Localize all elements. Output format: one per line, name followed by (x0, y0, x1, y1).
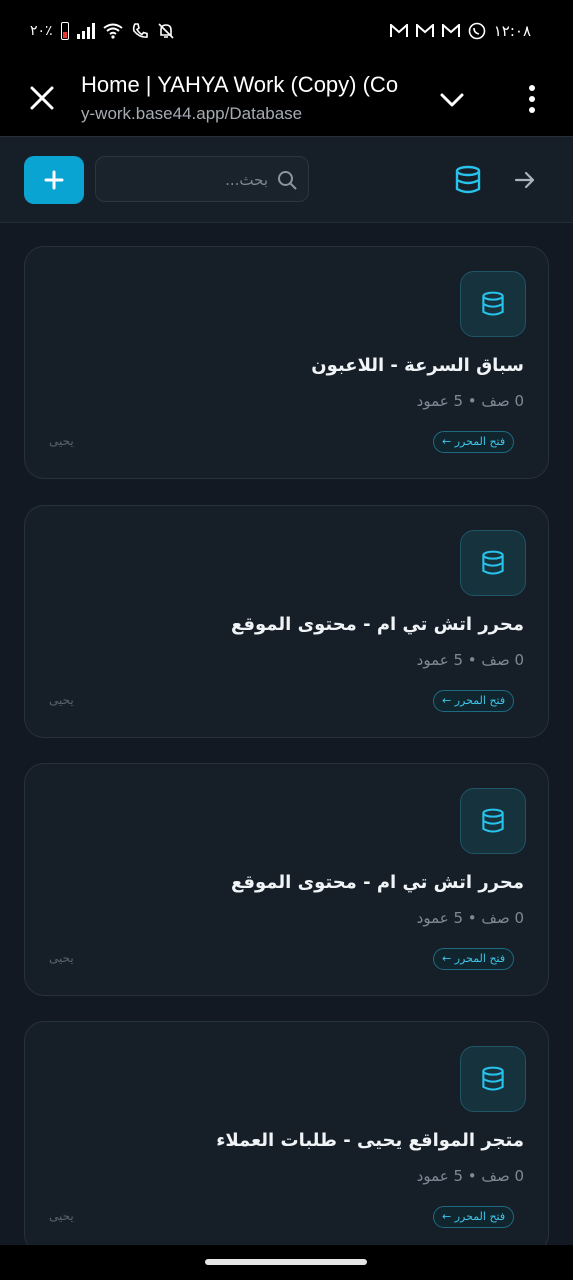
card-owner: يحيى (49, 1209, 74, 1223)
card-meta: 0 صف • 5 عمود (416, 392, 524, 410)
page-title: Home | YAHYA Work (Copy) (Co (81, 72, 399, 97)
database-tile (460, 1046, 526, 1112)
status-bar: ٢٠٪ ١٢:٠٨ (0, 0, 573, 64)
database-icon (455, 165, 481, 194)
card-owner: يحيى (49, 434, 74, 448)
card-title: محرر اتش تي ام - محتوى الموقع (230, 614, 524, 635)
search-input[interactable] (106, 157, 270, 203)
open-editor-button[interactable]: فتح المحرر ← (433, 948, 515, 970)
open-editor-button[interactable]: فتح المحرر ← (433, 690, 515, 712)
database-card[interactable]: محرر اتش تي ام - محتوى الموقع 0 صف • 5 ع… (24, 505, 549, 738)
card-owner: يحيى (49, 951, 74, 965)
battery-icon (60, 22, 69, 40)
open-editor-button[interactable]: فتح المحرر ← (433, 431, 515, 453)
database-card[interactable]: متجر المواقع يحيى - طلبات العملاء 0 صف •… (24, 1021, 549, 1254)
card-title: سباق السرعة - اللاعبون (311, 355, 524, 376)
browser-bar: Home | YAHYA Work (Copy) (Co y-work.base… (0, 64, 573, 137)
card-title: محرر اتش تي ام - محتوى الموقع (230, 872, 524, 893)
gmail-icon (415, 24, 434, 37)
system-nav-bar (0, 1245, 573, 1280)
plus-icon (44, 170, 64, 190)
home-gesture-handle[interactable] (205, 1259, 367, 1265)
arrow-right-icon[interactable] (512, 167, 538, 193)
database-icon (482, 291, 504, 316)
more-vertical-icon[interactable] (520, 82, 544, 116)
close-icon[interactable] (24, 80, 60, 116)
gmail-icon (389, 24, 408, 37)
database-card[interactable]: سباق السرعة - اللاعبون 0 صف • 5 عمود فتح… (24, 246, 549, 479)
signal-icon (76, 23, 95, 39)
page-url[interactable]: y-work.base44.app/Database (81, 104, 381, 124)
database-card[interactable]: محرر اتش تي ام - محتوى الموقع 0 صف • 5 ع… (24, 763, 549, 996)
database-tile (460, 530, 526, 596)
call-icon (132, 23, 148, 38)
wifi-icon (102, 23, 123, 39)
clock: ١٢:٠٨ (493, 22, 531, 40)
card-meta: 0 صف • 5 عمود (416, 909, 524, 927)
card-meta: 0 صف • 5 عمود (416, 651, 524, 669)
database-icon (482, 808, 504, 833)
card-meta: 0 صف • 5 عمود (416, 1167, 524, 1185)
database-icon (482, 550, 504, 575)
open-editor-button[interactable]: فتح المحرر ← (433, 1206, 515, 1228)
database-tile (460, 271, 526, 337)
chevron-down-icon[interactable] (436, 84, 468, 116)
search-box (95, 156, 309, 203)
card-title: متجر المواقع يحيى - طلبات العملاء (216, 1130, 524, 1151)
mute-bell-icon (158, 23, 174, 39)
toolbar (0, 137, 573, 223)
gmail-icon (441, 24, 460, 37)
status-right: ١٢:٠٨ (389, 22, 531, 40)
status-left: ٢٠٪ (30, 22, 175, 40)
search-icon (278, 171, 297, 190)
card-owner: يحيى (49, 693, 74, 707)
battery-percent: ٢٠٪ (30, 23, 53, 39)
database-icon (482, 1066, 504, 1091)
whatsapp-icon (468, 22, 486, 40)
add-database-button[interactable] (24, 156, 84, 204)
database-tile (460, 788, 526, 854)
